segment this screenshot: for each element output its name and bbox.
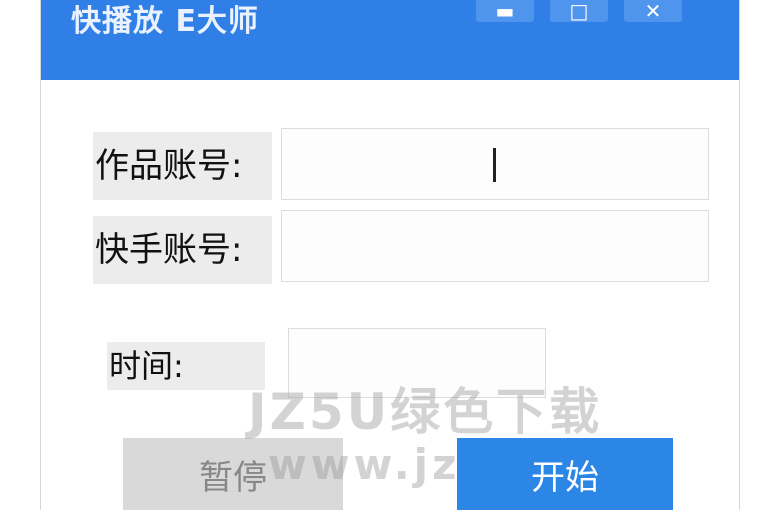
minimize-button[interactable]: ▬ — [476, 0, 534, 22]
work-account-label: 作品账号: — [93, 132, 272, 200]
app-window: 快播放 E大师 ▬ □ ✕ 作品账号: 快手账号: 时间: 暂停 开始 — [40, 0, 740, 510]
close-button[interactable]: ✕ — [624, 0, 682, 22]
title-bar[interactable]: 快播放 E大师 ▬ □ ✕ — [41, 0, 739, 80]
pause-button[interactable]: 暂停 — [123, 438, 343, 510]
kuaishou-account-label: 快手账号: — [93, 216, 272, 284]
time-label: 时间: — [107, 342, 265, 390]
kuaishou-account-input[interactable] — [281, 210, 709, 282]
maximize-button[interactable]: □ — [550, 0, 608, 22]
text-cursor — [493, 148, 496, 182]
start-button[interactable]: 开始 — [457, 438, 673, 510]
time-input[interactable] — [288, 328, 546, 398]
close-icon: ✕ — [644, 0, 662, 23]
minimize-icon: ▬ — [495, 0, 515, 23]
window-title: 快播放 E大师 — [71, 4, 259, 39]
maximize-icon: □ — [569, 0, 589, 23]
